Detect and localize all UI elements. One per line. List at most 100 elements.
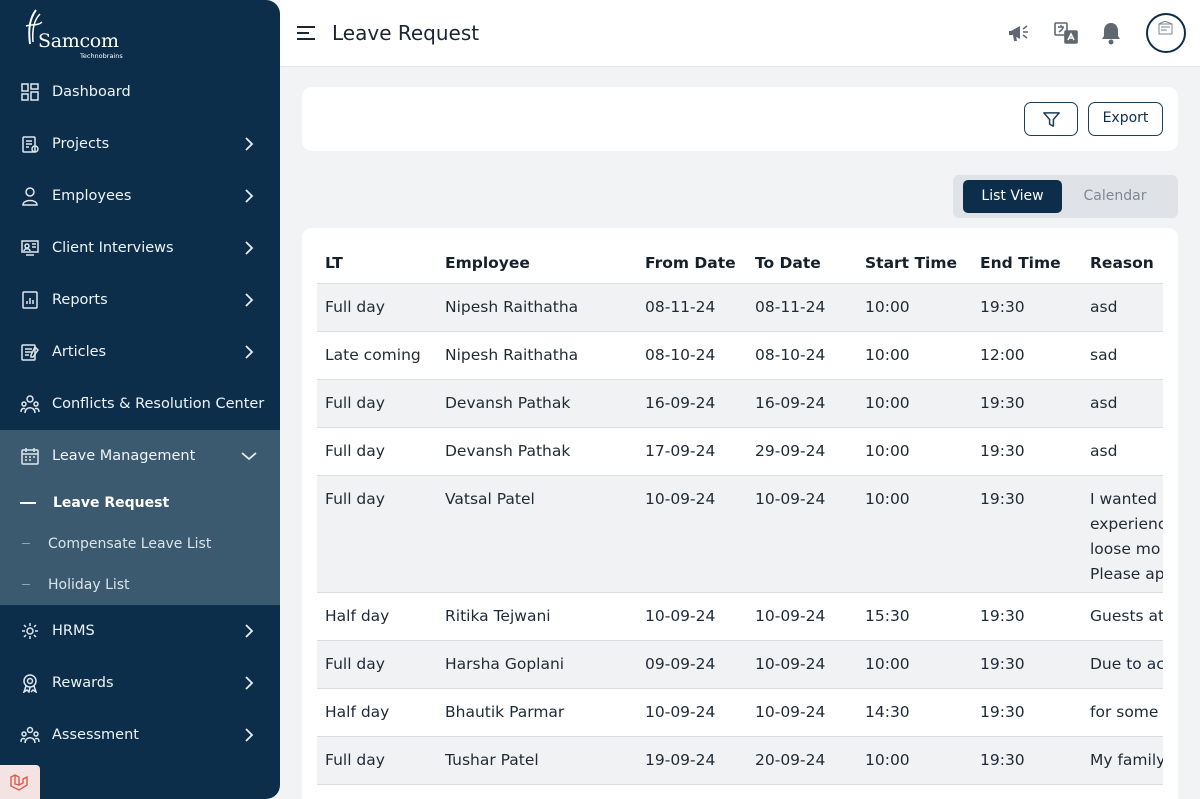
announcement-icon[interactable] xyxy=(1006,20,1032,46)
sidebar-sub-holiday-list[interactable]: Holiday List xyxy=(0,565,280,605)
cell-from-date: 08-10-24 xyxy=(645,346,716,364)
cell-reason: Due to ac xyxy=(1090,655,1163,673)
cell-to-date: 20-09-24 xyxy=(755,751,826,769)
cell-lt: Late coming xyxy=(325,346,421,364)
cell-reason: My family xyxy=(1090,751,1163,769)
cell-lt: Full day xyxy=(325,442,385,460)
dash xyxy=(22,543,30,544)
cell-reason: asd xyxy=(1090,298,1118,316)
filter-button[interactable] xyxy=(1024,102,1078,136)
sidebar-item-conflicts[interactable]: Conflicts & Resolution Center xyxy=(0,378,280,430)
cell-start-time: 10:00 xyxy=(865,346,910,364)
sidebar-item-rewards[interactable]: Rewards xyxy=(0,657,280,709)
user-avatar[interactable] xyxy=(1146,13,1186,53)
chevron-right-icon xyxy=(245,189,254,203)
chevron-right-icon xyxy=(245,137,254,151)
calendar-tab[interactable]: Calendar xyxy=(1065,180,1165,213)
filter-icon xyxy=(1043,112,1060,127)
sub-item-label: Holiday List xyxy=(48,577,130,593)
cell-end-time: 19:30 xyxy=(980,394,1025,412)
chevron-right-icon xyxy=(245,293,254,307)
sidebar-item-label: Reports xyxy=(52,292,108,308)
list-view-tab[interactable]: List View xyxy=(963,180,1062,213)
cell-start-time: 10:00 xyxy=(865,655,910,673)
cell-start-time: 15:30 xyxy=(865,607,910,625)
cell-to-date: 16-09-24 xyxy=(755,394,826,412)
table-row[interactable]: Full day Harsha Goplani 09-09-24 10-09-2… xyxy=(317,641,1163,689)
cell-to-date: 29-09-24 xyxy=(755,442,826,460)
sub-item-label: Leave Request xyxy=(53,495,170,511)
cell-employee: Devansh Pathak xyxy=(445,394,571,412)
cell-reason: I wanted experienc loose mo Please ap xyxy=(1090,490,1163,583)
table-row[interactable]: Half day Ritika Tejwani 10-09-24 10-09-2… xyxy=(317,593,1163,641)
presentation-icon xyxy=(21,240,39,256)
cell-end-time: 19:30 xyxy=(980,751,1025,769)
cell-employee: Ritika Tejwani xyxy=(445,607,551,625)
cell-employee: Devansh Pathak xyxy=(445,442,571,460)
sidebar-sub-compensate-leave-list[interactable]: Compensate Leave List xyxy=(0,524,280,564)
sidebar-item-label: Rewards xyxy=(52,675,114,691)
sidebar-item-label: Assessment xyxy=(52,727,139,743)
sidebar-item-hrms[interactable]: HRMS xyxy=(0,605,280,657)
cell-from-date: 10-09-24 xyxy=(645,490,716,508)
leave-request-table: LT Employee From Date To Date Start Time… xyxy=(302,228,1178,799)
user-icon xyxy=(22,187,38,206)
top-header: Leave Request xyxy=(280,0,1200,67)
table-row[interactable]: Full day Nipesh Raithatha 08-11-24 08-11… xyxy=(317,284,1163,332)
cell-reason: Guests at xyxy=(1090,607,1163,625)
translate-icon[interactable] xyxy=(1053,20,1079,46)
clipboard-icon xyxy=(22,136,39,153)
cell-lt: Half day xyxy=(325,703,390,721)
table-row[interactable]: Full day Tushar Patel 19-09-24 20-09-24 … xyxy=(317,737,1163,785)
sidebar-item-leave-management[interactable]: Leave Management xyxy=(0,430,280,482)
sidebar-item-articles[interactable]: Articles xyxy=(0,326,280,378)
laravel-icon xyxy=(10,774,28,791)
sidebar-item-label: Conflicts & Resolution Center xyxy=(52,396,265,412)
cell-to-date: 08-11-24 xyxy=(755,298,826,316)
cell-start-time: 10:00 xyxy=(865,442,910,460)
sidebar-item-label: Dashboard xyxy=(52,84,131,100)
export-button[interactable]: Export xyxy=(1088,102,1163,136)
cell-end-time: 19:30 xyxy=(980,655,1025,673)
view-toggle: List View Calendar xyxy=(953,175,1178,218)
cell-to-date: 10-09-24 xyxy=(755,703,826,721)
toolbar-card: Export xyxy=(302,87,1178,151)
samcom-logo[interactable]: Samcom Technobrains xyxy=(22,8,142,60)
table-row[interactable]: Half day Bhautik Parmar 10-09-24 10-09-2… xyxy=(317,689,1163,737)
cell-from-date: 09-09-24 xyxy=(645,655,716,673)
chevron-right-icon xyxy=(245,345,254,359)
table-row[interactable]: Late coming Nipesh Raithatha 08-10-24 08… xyxy=(317,332,1163,380)
sub-item-label: Compensate Leave List xyxy=(48,536,212,552)
table-row[interactable]: Full day Vatsal Patel 10-09-24 10-09-24 … xyxy=(317,476,1163,593)
sidebar-item-projects[interactable]: Projects xyxy=(0,118,280,170)
cell-end-time: 19:30 xyxy=(980,490,1025,508)
cell-reason: asd xyxy=(1090,394,1118,412)
active-dash xyxy=(20,502,36,504)
sidebar-item-dashboard[interactable]: Dashboard xyxy=(0,66,280,118)
sidebar-item-label: Leave Management xyxy=(52,448,196,464)
table-row[interactable]: Full day Devansh Pathak 17-09-24 29-09-2… xyxy=(317,428,1163,476)
table-row[interactable]: Full day Devansh Pathak 16-09-24 16-09-2… xyxy=(317,380,1163,428)
sidebar-item-assessment[interactable]: Assessment xyxy=(0,709,280,761)
brand-name: Samcom xyxy=(38,30,119,52)
sidebar-sub-leave-request[interactable]: Leave Request xyxy=(0,483,280,523)
menu-icon[interactable] xyxy=(296,25,316,41)
cell-employee: Bhautik Parmar xyxy=(445,703,565,721)
cell-end-time: 12:00 xyxy=(980,346,1025,364)
sidebar-item-employees[interactable]: Employees xyxy=(0,170,280,222)
sidebar-item-label: Employees xyxy=(52,188,132,204)
cell-from-date: 10-09-24 xyxy=(645,703,716,721)
cell-to-date: 10-09-24 xyxy=(755,490,826,508)
people-icon xyxy=(20,395,40,414)
table-scroll-area[interactable]: LT Employee From Date To Date Start Time… xyxy=(317,228,1163,799)
laravel-badge[interactable] xyxy=(0,765,40,799)
cell-from-date: 16-09-24 xyxy=(645,394,716,412)
chevron-right-icon xyxy=(245,241,254,255)
sidebar-item-client-interviews[interactable]: Client Interviews xyxy=(0,222,280,274)
bell-icon[interactable] xyxy=(1098,20,1124,46)
cell-to-date: 10-09-24 xyxy=(755,655,826,673)
sidebar-item-reports[interactable]: Reports xyxy=(0,274,280,326)
cell-lt: Full day xyxy=(325,298,385,316)
cell-end-time: 19:30 xyxy=(980,607,1025,625)
chevron-right-icon xyxy=(245,624,254,638)
